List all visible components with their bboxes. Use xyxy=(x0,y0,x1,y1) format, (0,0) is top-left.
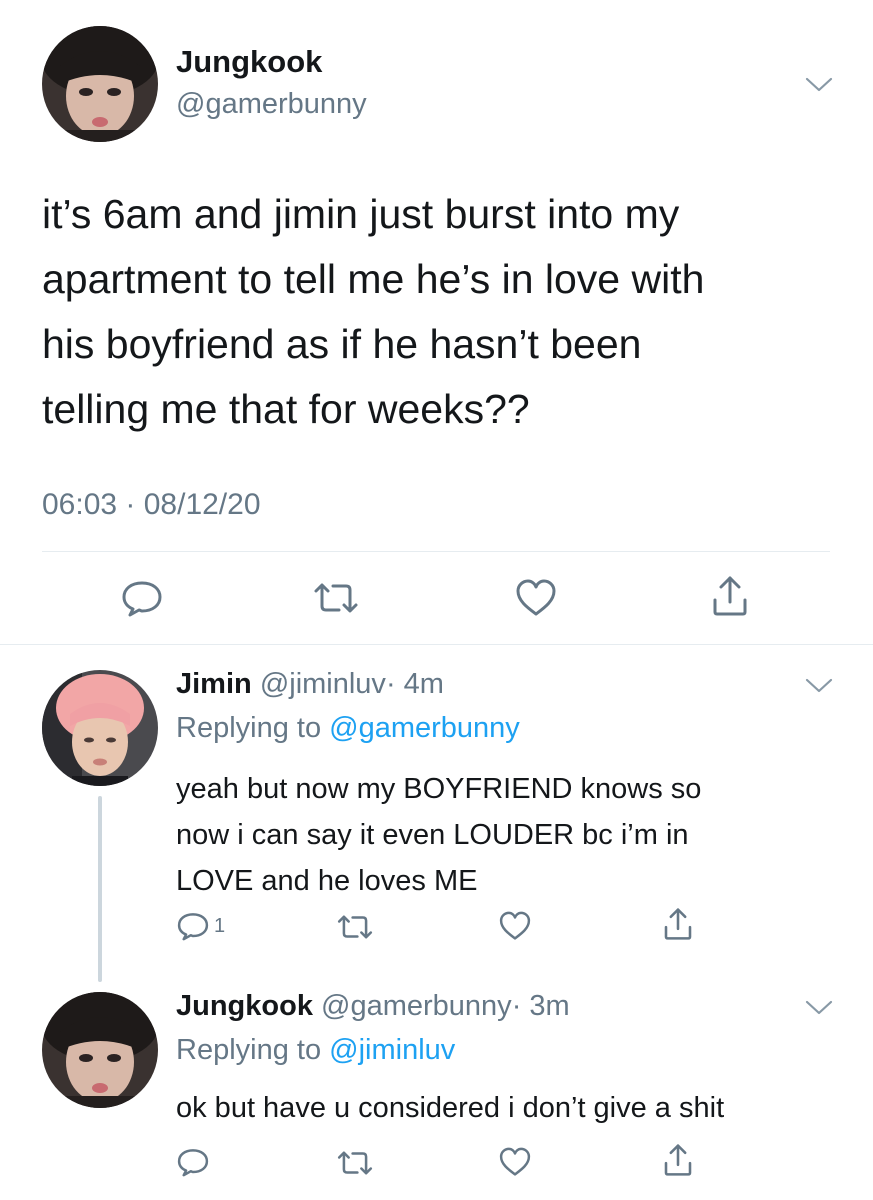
share-upload-icon xyxy=(662,906,694,942)
reply-2-handle[interactable]: @gamerbunny xyxy=(321,990,512,1022)
avatar-jungkook-reply[interactable] xyxy=(42,992,158,1108)
share-button[interactable] xyxy=(662,1142,694,1178)
speech-bubble-icon xyxy=(120,578,164,618)
replying-to-label: Replying to xyxy=(176,712,322,744)
speech-bubble-icon xyxy=(176,910,210,942)
reply-1-text: yeah but now my BOYFRIEND knows so now i… xyxy=(176,766,836,904)
avatar-jimin[interactable] xyxy=(42,670,158,786)
retweet-arrows-icon xyxy=(312,580,360,616)
thread-connector-line xyxy=(98,796,102,982)
reply-button[interactable] xyxy=(176,1146,210,1178)
chevron-down-icon[interactable] xyxy=(804,75,834,95)
share-button[interactable] xyxy=(710,574,750,618)
divider xyxy=(42,551,830,552)
reply-1-time: · 4m xyxy=(385,668,444,700)
reply-1-display-name[interactable]: Jimin xyxy=(176,668,252,700)
reply-1-handle[interactable]: @jiminluv xyxy=(260,668,386,700)
heart-icon xyxy=(498,910,532,942)
reply-2-text: ok but have u considered i don’t give a … xyxy=(176,1088,856,1128)
avatar-jungkook-main[interactable] xyxy=(42,26,158,142)
share-upload-icon xyxy=(662,1142,694,1178)
reply-2-display-name[interactable]: Jungkook xyxy=(176,990,313,1022)
main-display-name[interactable]: Jungkook xyxy=(176,44,322,80)
retweet-arrows-icon xyxy=(336,912,374,942)
reply-2-header: Jungkook @gamerbunny· 3m xyxy=(176,990,570,1023)
main-timestamp[interactable]: 06:03 · 08/12/20 xyxy=(42,488,261,522)
reply-button[interactable]: 1 xyxy=(176,910,225,942)
main-tweet-text: it’s 6am and jimin just burst into my ap… xyxy=(42,182,842,442)
chevron-down-icon[interactable] xyxy=(804,998,834,1018)
retweet-arrows-icon xyxy=(336,1148,374,1178)
main-handle[interactable]: @gamerbunny xyxy=(176,88,367,121)
retweet-button[interactable] xyxy=(336,1148,374,1178)
tweet-text-line: ok but have u considered i don’t give a … xyxy=(176,1092,725,1124)
replying-to-mention[interactable]: @jiminluv xyxy=(329,1034,455,1066)
share-upload-icon xyxy=(710,574,750,618)
heart-icon xyxy=(498,1146,532,1178)
like-button[interactable] xyxy=(498,910,532,942)
reply-count: 1 xyxy=(214,914,226,937)
reply-2-time: · 3m xyxy=(511,990,570,1022)
reply-button[interactable] xyxy=(120,578,164,618)
share-button[interactable] xyxy=(662,906,694,942)
tweet-text-line: telling me that for weeks?? xyxy=(42,386,530,432)
tweet-text-line: apartment to tell me he’s in love with xyxy=(42,256,705,302)
retweet-button[interactable] xyxy=(312,580,360,616)
chevron-down-icon[interactable] xyxy=(804,676,834,696)
tweet-text-line: yeah but now my BOYFRIEND knows so xyxy=(176,773,702,805)
retweet-button[interactable] xyxy=(336,912,374,942)
replying-to-label: Replying to xyxy=(176,1034,322,1066)
like-button[interactable] xyxy=(498,1146,532,1178)
tweet-text-line: his boyfriend as if he hasn’t been xyxy=(42,321,642,367)
tweet-text-line: it’s 6am and jimin just burst into my xyxy=(42,191,680,237)
tweet-text-line: now i can say it even LOUDER bc i’m in xyxy=(176,819,689,851)
replying-to-mention[interactable]: @gamerbunny xyxy=(329,712,520,744)
reply-2-replying-to: Replying to @jiminluv xyxy=(176,1034,455,1067)
tweet-text-line: LOVE and he loves ME xyxy=(176,865,478,897)
reply-1-header: Jimin @jiminluv· 4m xyxy=(176,668,444,701)
divider xyxy=(0,644,873,645)
heart-icon xyxy=(514,578,558,618)
reply-1-replying-to: Replying to @gamerbunny xyxy=(176,712,520,745)
speech-bubble-icon xyxy=(176,1146,210,1178)
like-button[interactable] xyxy=(514,578,558,618)
